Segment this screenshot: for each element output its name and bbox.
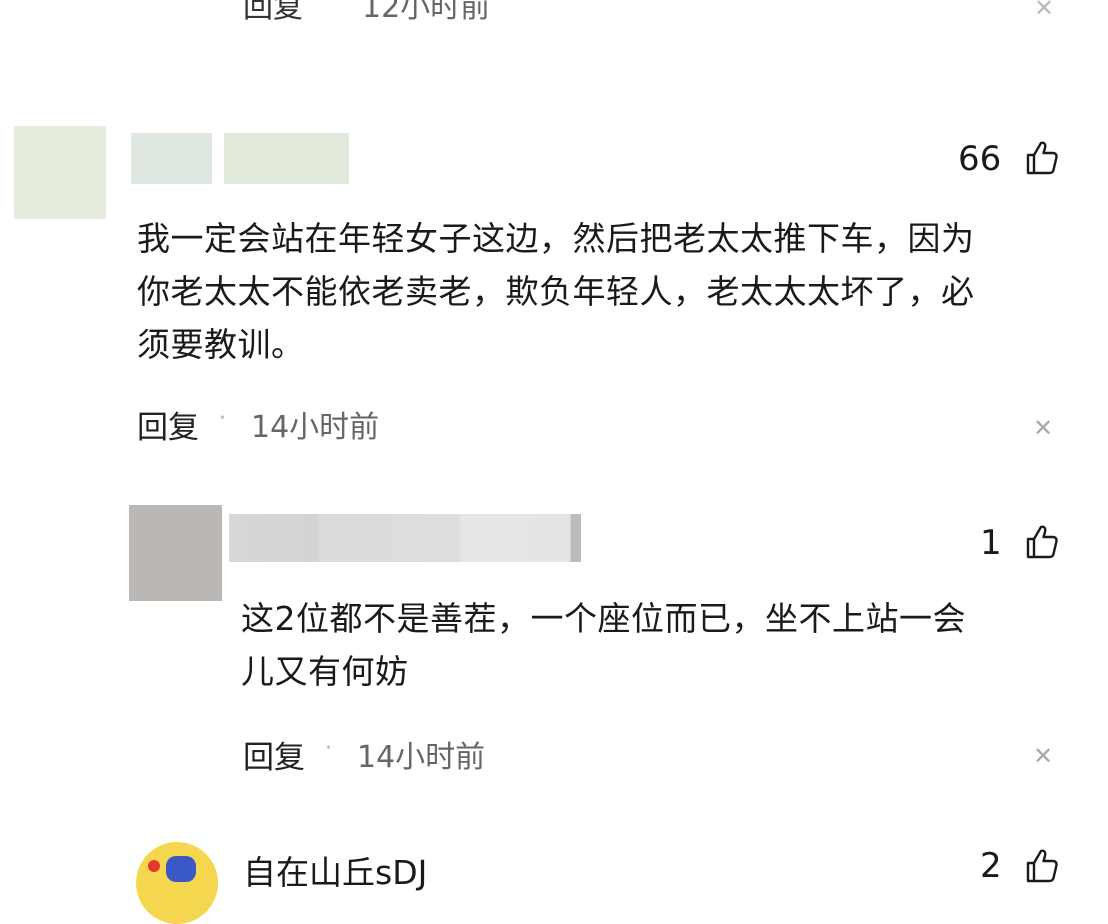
username[interactable]: 自在山丘sDJ [243,846,427,894]
comment-text: 我一定会站在年轻女子这边，然后把老太太推下车，因为 你老太太不能依老卖老，欺负年… [137,212,1077,371]
meta-separator: · [325,736,332,761]
like-count: 2 [980,846,1002,886]
comment-line: 须要教训。 [137,325,305,364]
comment-line: 这2位都不是善茬，一个座位而已，坐不上站一会 [241,599,966,638]
comment-timestamp: 14小时前 [357,740,486,775]
reply-button[interactable]: 回复 [243,0,303,26]
meta-separator: · [219,406,226,431]
like-count: 1 [980,523,1002,563]
close-icon[interactable]: ✕ [1034,0,1054,22]
thumbs-up-icon[interactable] [1020,138,1060,178]
username-blurred[interactable] [131,133,212,184]
comment-text: 这2位都不是善茬，一个座位而已，坐不上站一会 儿又有何妨 [241,592,1061,698]
avatar[interactable] [136,842,218,924]
reply-button[interactable]: 回复 [137,402,199,447]
close-icon[interactable]: ✕ [1033,414,1053,442]
close-icon[interactable]: ✕ [1033,742,1053,770]
avatar[interactable] [129,505,222,601]
comment-line: 我一定会站在年轻女子这边，然后把老太太推下车，因为 [137,219,975,258]
avatar-decoration [166,856,196,882]
username-blurred[interactable] [229,514,581,562]
thumbs-up-icon[interactable] [1020,522,1060,562]
thumbs-up-icon[interactable] [1020,846,1060,886]
username-blurred-extra [224,133,349,184]
avatar-decoration [148,860,160,872]
avatar[interactable] [14,126,106,219]
like-count: 66 [958,139,1002,179]
comment-line: 你老太太不能依老卖老，欺负年轻人，老太太太坏了，必 [137,272,975,311]
comment-timestamp: 12小时前 [362,0,491,25]
meta-separator: · [322,0,329,11]
reply-button[interactable]: 回复 [243,732,305,777]
comment-line: 儿又有何妨 [241,652,409,691]
comment-timestamp: 14小时前 [251,410,380,445]
